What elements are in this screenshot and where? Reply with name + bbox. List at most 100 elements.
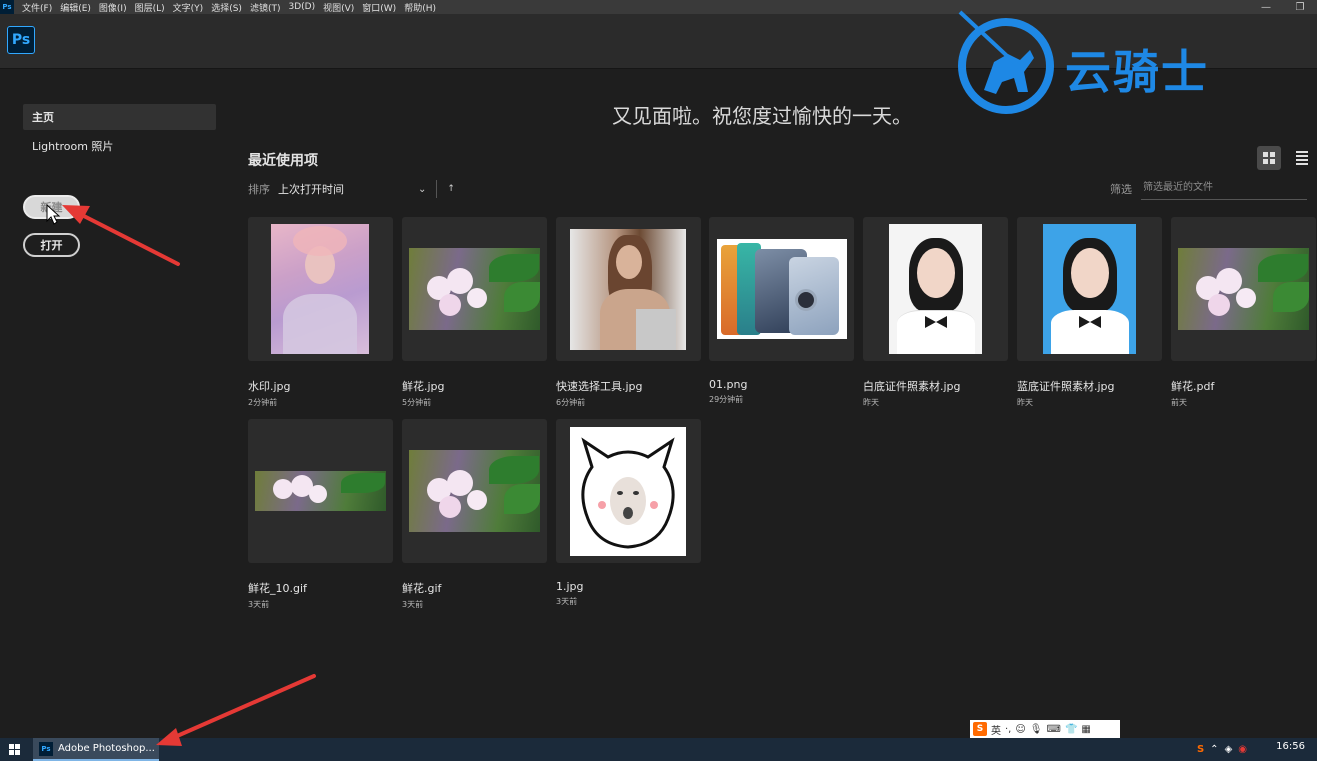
skin-icon[interactable]: 👕 <box>1065 724 1077 735</box>
grid-view-button[interactable] <box>1257 146 1281 170</box>
file-time: 昨天 <box>1017 398 1033 407</box>
watermark-logo: 云骑士 <box>950 8 1315 116</box>
thumbnail-image <box>570 427 686 556</box>
recent-file-card[interactable]: 鲜花.pdf 前天 <box>1171 217 1316 408</box>
chevron-down-icon[interactable]: ⌄ <box>418 184 426 195</box>
filter-label: 筛选 <box>1110 183 1132 196</box>
thumbnail-image <box>271 224 369 354</box>
file-thumbnail[interactable] <box>863 217 1008 361</box>
file-thumbnail[interactable] <box>248 217 393 361</box>
greeting-text: 又见面啦。祝您度过愉快的一天。 <box>612 104 912 128</box>
emoji-icon[interactable]: ☺ <box>1015 724 1025 735</box>
recent-title: 最近使用项 <box>248 153 318 169</box>
start-button[interactable] <box>0 738 28 761</box>
file-time: 29分钟前 <box>709 395 744 404</box>
sidebar-item-label: Lightroom 照片 <box>32 140 114 153</box>
menu-edit[interactable]: 编辑(E) <box>56 1 95 14</box>
sidebar-item-label: 主页 <box>32 111 54 124</box>
thumbnail-image <box>889 224 982 354</box>
menu-image[interactable]: 图像(I) <box>95 1 131 14</box>
file-time: 2分钟前 <box>248 398 278 407</box>
menu-view[interactable]: 视图(V) <box>319 1 358 14</box>
grid-menu-icon[interactable]: ▦ <box>1081 724 1090 735</box>
recent-file-card[interactable]: 快速选择工具.jpg 6分钟前 <box>556 217 701 408</box>
menu-select[interactable]: 选择(S) <box>207 1 246 14</box>
sogou-icon[interactable]: S <box>973 722 987 736</box>
thumbnail-image <box>1178 248 1309 330</box>
recent-file-card[interactable]: 01.png 29分钟前 <box>709 217 854 405</box>
meme-face-icon <box>581 437 675 549</box>
file-thumbnail[interactable] <box>556 419 701 563</box>
thumbnail-image <box>717 239 847 339</box>
taskbar-photoshop-button[interactable]: Ps Adobe Photoshop... <box>33 738 159 761</box>
file-time: 昨天 <box>863 398 879 407</box>
file-name: 01.png <box>709 378 748 391</box>
file-thumbnail[interactable] <box>709 217 854 361</box>
file-thumbnail[interactable] <box>1171 217 1316 361</box>
recent-file-card[interactable]: 白底证件照素材.jpg 昨天 <box>863 217 1008 408</box>
taskbar-app-label: Adobe Photoshop... <box>58 743 155 754</box>
new-button[interactable]: 新建 <box>23 195 80 219</box>
punctuation-icon[interactable]: ·, <box>1005 724 1011 735</box>
ime-language[interactable]: 英 <box>991 722 1001 737</box>
menu-file[interactable]: 文件(F) <box>18 1 56 14</box>
sogou-tray-icon[interactable]: S <box>1197 744 1204 755</box>
file-thumbnail[interactable] <box>556 217 701 361</box>
file-name: 鲜花_10.gif <box>248 582 307 595</box>
recent-file-card[interactable]: 鲜花.gif 3天前 <box>402 419 547 610</box>
file-thumbnail[interactable] <box>402 419 547 563</box>
menu-layer[interactable]: 图层(L) <box>131 1 169 14</box>
menu-type[interactable]: 文字(Y) <box>169 1 208 14</box>
microphone-icon[interactable]: 🎙 <box>1030 724 1043 735</box>
thumbnail-image <box>409 450 540 532</box>
sort-dropdown[interactable]: 上次打开时间 <box>278 181 418 197</box>
app-icon: Ps <box>0 0 14 14</box>
chevron-up-icon[interactable]: ⌃ <box>1210 744 1218 755</box>
keyboard-icon[interactable]: ⌨ <box>1047 724 1061 735</box>
sort-label: 排序 <box>248 183 270 196</box>
file-time: 5分钟前 <box>402 398 432 407</box>
sidebar: 主页 Lightroom 照片 新建 打开 <box>0 70 230 738</box>
list-view-button[interactable] <box>1290 146 1314 170</box>
filter-input[interactable] <box>1141 176 1307 200</box>
file-time: 前天 <box>1171 398 1187 407</box>
system-tray: S ⌃ ◈ ◉ <box>1197 738 1247 761</box>
file-thumbnail[interactable] <box>1017 217 1162 361</box>
menu-3d[interactable]: 3D(D) <box>284 2 319 12</box>
sidebar-item-home[interactable]: 主页 <box>23 104 216 130</box>
record-icon[interactable]: ◉ <box>1238 744 1247 755</box>
file-thumbnail[interactable] <box>248 419 393 563</box>
file-name: 鲜花.jpg <box>402 380 445 393</box>
taskbar: Ps Adobe Photoshop... S ⌃ ◈ ◉ 16:56 <box>0 738 1317 761</box>
file-name: 鲜花.pdf <box>1171 380 1215 393</box>
recent-file-card[interactable]: 水印.jpg 2分钟前 <box>248 217 393 408</box>
file-name: 快速选择工具.jpg <box>556 380 643 393</box>
network-icon[interactable]: ◈ <box>1225 744 1233 755</box>
open-button[interactable]: 打开 <box>23 233 80 257</box>
recent-file-card[interactable]: 鲜花.jpg 5分钟前 <box>402 217 547 408</box>
sidebar-item-lightroom[interactable]: Lightroom 照片 <box>23 133 216 159</box>
menu-help[interactable]: 帮助(H) <box>400 1 440 14</box>
file-name: 鲜花.gif <box>402 582 442 595</box>
clock[interactable]: 16:56 <box>1276 741 1305 752</box>
file-time: 3天前 <box>402 600 424 609</box>
menu-filter[interactable]: 滤镜(T) <box>246 1 285 14</box>
recent-file-card[interactable]: 鲜花_10.gif 3天前 <box>248 419 393 610</box>
file-thumbnail[interactable] <box>402 217 547 361</box>
file-time: 6分钟前 <box>556 398 586 407</box>
menu-window[interactable]: 窗口(W) <box>358 1 400 14</box>
thumbnail-image <box>255 471 386 511</box>
file-name: 1.jpg <box>556 580 584 593</box>
ime-toolbar[interactable]: S 英 ·, ☺ 🎙 ⌨ 👕 ▦ <box>970 720 1120 738</box>
file-time: 3天前 <box>556 597 578 606</box>
recent-file-card[interactable]: 1.jpg 3天前 <box>556 419 701 607</box>
photoshop-logo: Ps <box>7 26 35 54</box>
photoshop-icon: Ps <box>39 741 53 756</box>
sort-direction-icon[interactable]: ↑ <box>447 184 455 194</box>
watermark-text: 云骑士 <box>1065 45 1209 99</box>
file-time: 3天前 <box>248 600 270 609</box>
recent-file-card[interactable]: 蓝底证件照素材.jpg 昨天 <box>1017 217 1162 408</box>
thumbnail-image <box>1043 224 1136 354</box>
file-name: 水印.jpg <box>248 380 291 393</box>
thumbnail-image <box>409 248 540 330</box>
